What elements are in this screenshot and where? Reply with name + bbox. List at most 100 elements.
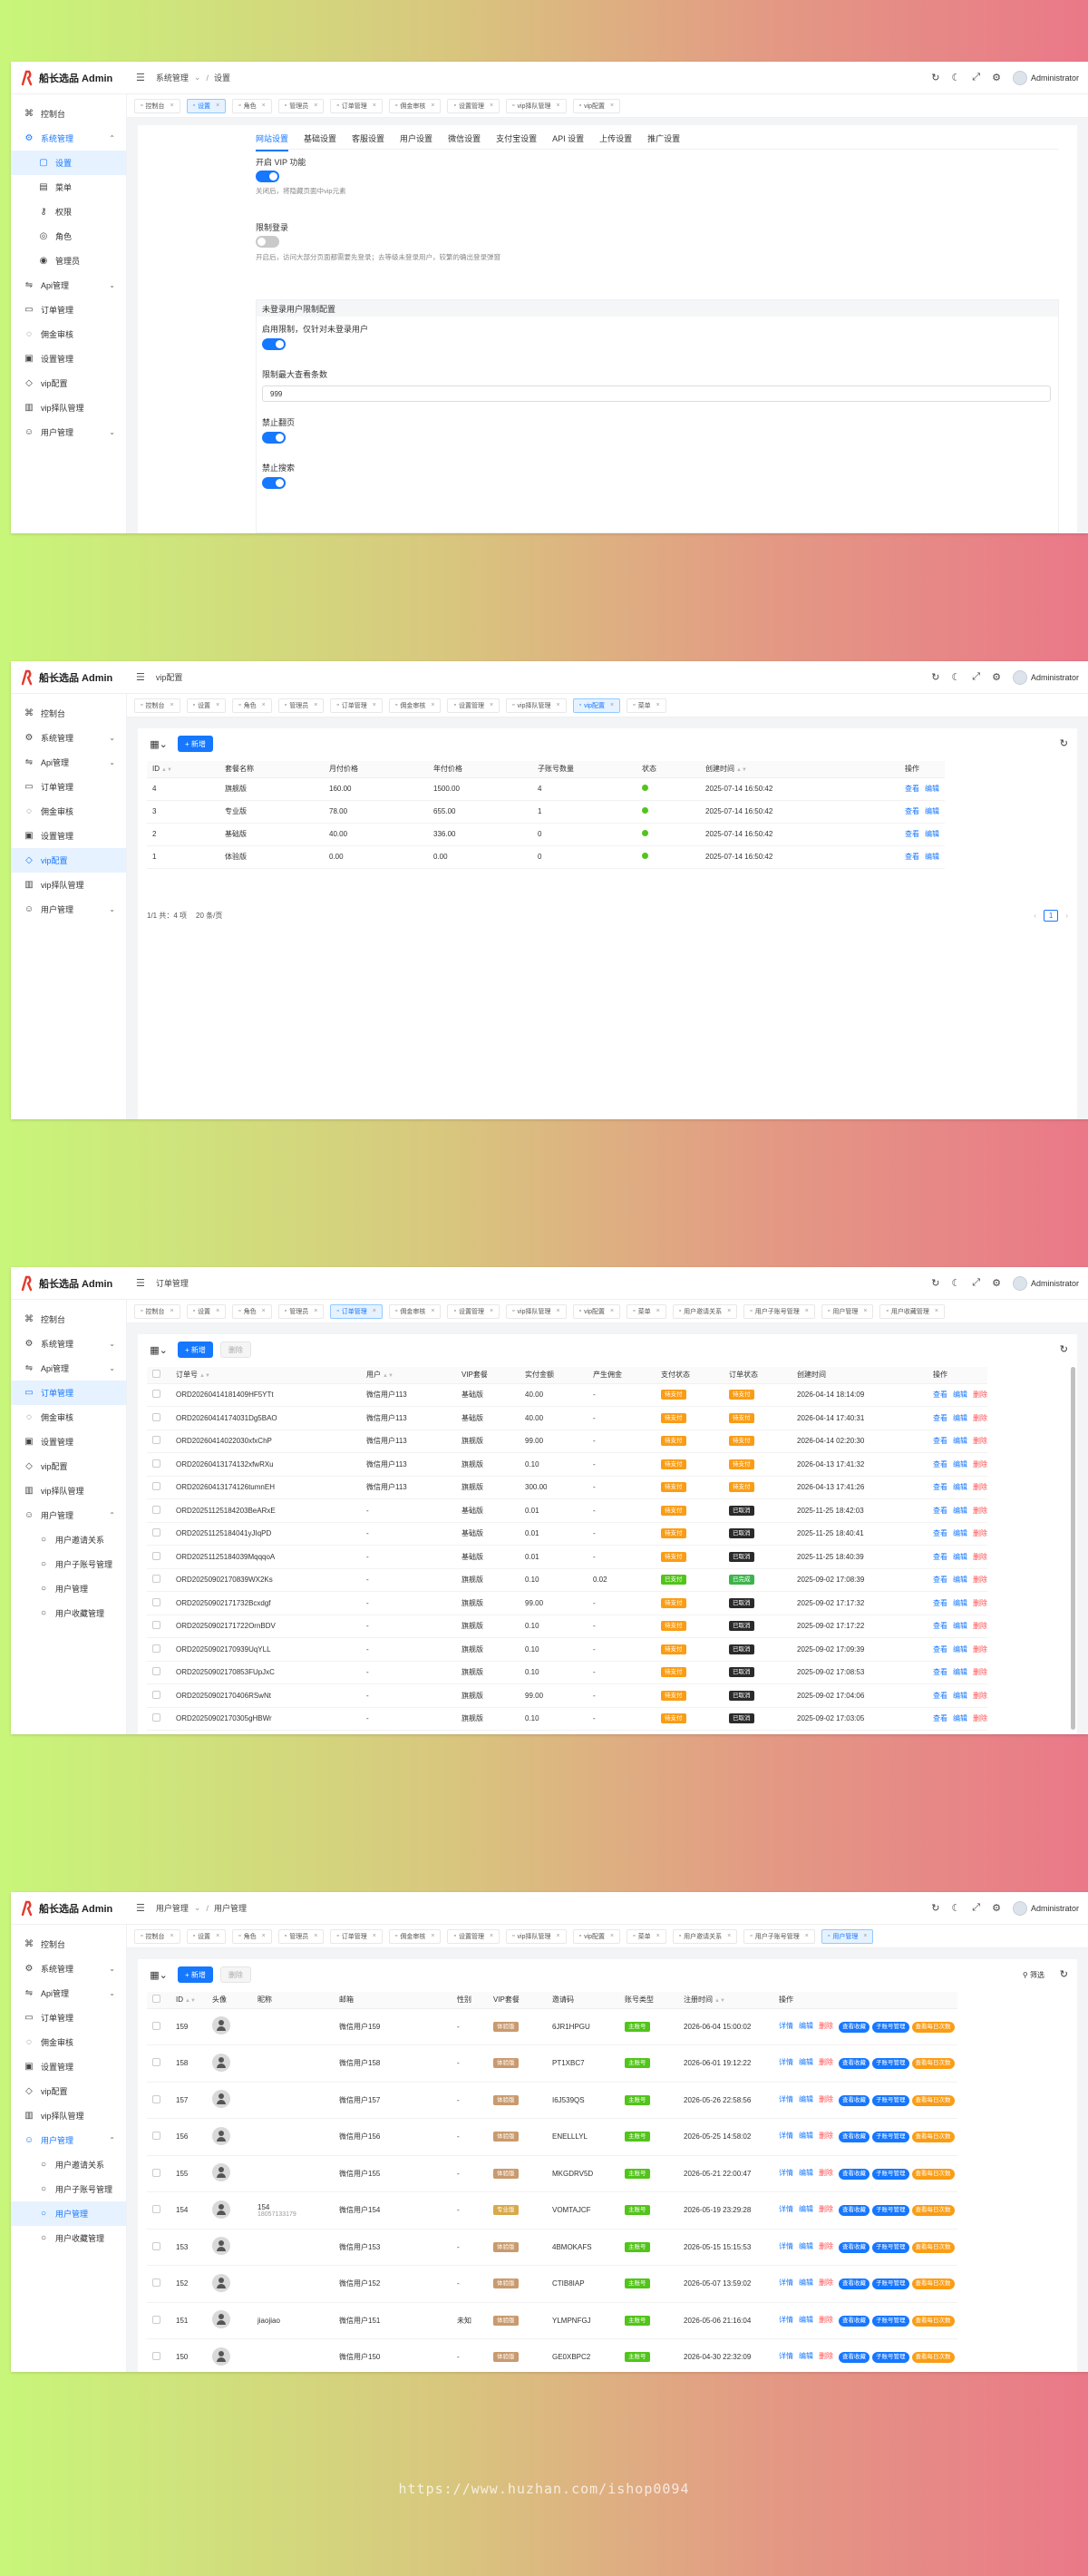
close-icon[interactable]: × (656, 1308, 660, 1314)
tab-0[interactable]: ▫ 控制台 × (134, 1303, 180, 1319)
view-link[interactable]: 查看 (933, 1576, 947, 1584)
sort-icon[interactable]: ▲▼ (714, 1998, 725, 2004)
edit-link[interactable]: 编辑 (799, 2316, 813, 2324)
edit-link[interactable]: 编辑 (799, 2095, 813, 2103)
sidebar-item[interactable]: ▣ 设置管理 (11, 1429, 126, 1454)
user-menu[interactable]: Administrator (1012, 1275, 1079, 1291)
detail-link[interactable]: 详情 (779, 2095, 793, 2103)
sidebar-item-vip[interactable]: ◇ vip配置 (11, 371, 126, 395)
tab-3[interactable]: ▫ 管理员 × (277, 698, 325, 713)
close-icon[interactable]: × (216, 1308, 219, 1314)
daily-count-button[interactable]: 查看每日次数 (911, 2094, 955, 2106)
next-page-icon[interactable]: › (1065, 912, 1068, 920)
moon-icon[interactable]: ☾ (951, 72, 960, 83)
sub-accounts-button[interactable]: 子账号管理 (872, 2168, 909, 2180)
sidebar-item[interactable]: ○ 用户收藏管理 (11, 2226, 126, 2250)
delete-link[interactable]: 删除 (819, 2095, 833, 2103)
sidebar-item[interactable]: ◌ 佣金审核 (11, 2030, 126, 2054)
tab-7[interactable]: ▫ vip择队管理 × (506, 698, 567, 713)
row-checkbox[interactable] (152, 1575, 160, 1584)
tab-3[interactable]: ▫ 管理员 × (277, 1303, 325, 1319)
edit-link[interactable]: 编辑 (953, 1622, 967, 1630)
delete-link[interactable]: 删除 (819, 2132, 833, 2140)
sidebar-item-api[interactable]: ⇋ Api管理 ⌄ (11, 273, 126, 298)
row-checkbox[interactable] (152, 1713, 160, 1722)
delete-link[interactable]: 删除 (973, 1483, 987, 1491)
sidebar-item[interactable]: ○ 用户收藏管理 (11, 1601, 126, 1625)
tab-5[interactable]: ▫ 佣金审核 × (388, 698, 442, 713)
daily-count-button[interactable]: 查看每日次数 (911, 2278, 955, 2290)
delete-link[interactable]: 删除 (973, 1714, 987, 1722)
view-link[interactable]: 查看 (933, 1599, 947, 1607)
close-icon[interactable]: × (935, 1308, 938, 1314)
no-page-toggle[interactable] (262, 432, 286, 444)
detail-link[interactable]: 详情 (779, 2058, 793, 2066)
edit-link[interactable]: 编辑 (953, 1553, 967, 1561)
sub-accounts-button[interactable]: 子账号管理 (872, 2021, 909, 2033)
edit-link[interactable]: 编辑 (799, 2205, 813, 2213)
close-icon[interactable]: × (373, 1933, 376, 1939)
detail-link[interactable]: 详情 (779, 2205, 793, 2213)
tab-9[interactable]: ▫ 菜单 × (627, 698, 666, 713)
delete-link[interactable]: 删除 (973, 1460, 987, 1469)
close-icon[interactable]: × (610, 102, 614, 109)
daily-count-button[interactable]: 查看每日次数 (911, 2058, 955, 2070)
delete-link[interactable]: 删除 (973, 1668, 987, 1676)
sidebar-item[interactable]: ⇋ Api管理 ⌄ (11, 750, 126, 775)
edit-link[interactable]: 编辑 (953, 1390, 967, 1399)
sidebar-item-permission[interactable]: ⚷ 权限 (11, 200, 126, 224)
view-link[interactable]: 查看 (933, 1483, 947, 1491)
sidebar-item[interactable]: ◇ vip配置 (11, 2079, 126, 2103)
delete-link[interactable]: 删除 (819, 2169, 833, 2177)
sidebar-item-menu[interactable]: ▤ 菜单 (11, 175, 126, 200)
tab-6[interactable]: ▫ 设置管理 × (447, 1928, 500, 1944)
sidebar-item-role[interactable]: ◎ 角色 (11, 224, 126, 249)
sidebar-item-orders[interactable]: ▭ 订单管理 (11, 298, 126, 322)
sidebar-item[interactable]: ☺ 用户管理 ⌃ (11, 1503, 126, 1527)
delete-link[interactable]: 删除 (973, 1529, 987, 1537)
delete-button[interactable]: 删除 (219, 1342, 251, 1358)
row-checkbox[interactable] (152, 1621, 160, 1630)
gear-icon[interactable]: ⚙ (992, 671, 1001, 683)
close-icon[interactable]: × (490, 702, 493, 708)
close-icon[interactable]: × (431, 102, 434, 109)
view-favorites-button[interactable]: 查看收藏 (839, 2021, 869, 2033)
edit-link[interactable]: 编辑 (953, 1645, 967, 1654)
vip-toggle[interactable] (256, 171, 279, 182)
tab-11[interactable]: ▫ 用户子账号管理 × (743, 1303, 815, 1319)
edit-link[interactable]: 编辑 (953, 1507, 967, 1515)
edit-link[interactable]: 编辑 (799, 2278, 813, 2287)
sidebar-item[interactable]: ☺ 用户管理 ⌄ (11, 897, 126, 922)
close-icon[interactable]: × (727, 1308, 731, 1314)
row-checkbox[interactable] (152, 1551, 160, 1560)
sub-accounts-button[interactable]: 子账号管理 (872, 2132, 909, 2143)
tab-4[interactable]: ▫ 订单管理 × (330, 698, 383, 713)
column-settings-icon[interactable]: ▦⌄ (147, 1342, 170, 1358)
delete-link[interactable]: 删除 (973, 1645, 987, 1654)
edit-link[interactable]: 编辑 (953, 1437, 967, 1445)
close-icon[interactable]: × (262, 1308, 266, 1314)
menu-fold-icon[interactable]: ☰ (136, 1277, 145, 1289)
row-checkbox[interactable] (152, 2241, 160, 2250)
tab-1[interactable]: ▫ 设置 × (186, 98, 227, 113)
select-all-checkbox[interactable] (152, 1995, 160, 2004)
view-favorites-button[interactable]: 查看收藏 (839, 2205, 869, 2217)
tab-8[interactable]: ▫ vip配置 × (572, 98, 621, 113)
close-icon[interactable]: × (262, 702, 266, 708)
close-icon[interactable]: × (314, 102, 317, 109)
delete-link[interactable]: 删除 (973, 1507, 987, 1515)
sidebar-item[interactable]: ◇ vip配置 (11, 1454, 126, 1478)
sidebar-item[interactable]: ○ 用户管理 (11, 1576, 126, 1601)
tab-5[interactable]: ▫ 佣金审核 × (388, 1303, 442, 1319)
view-link[interactable]: 查看 (933, 1714, 947, 1722)
close-icon[interactable]: × (556, 102, 559, 109)
close-icon[interactable]: × (727, 1933, 731, 1939)
tab-10[interactable]: ▫ 用户邀请关系 × (672, 1928, 738, 1944)
delete-link[interactable]: 删除 (973, 1553, 987, 1561)
tab-4[interactable]: ▫ 订单管理 × (330, 98, 383, 113)
close-icon[interactable]: × (863, 1308, 867, 1314)
close-icon[interactable]: × (262, 102, 266, 109)
edit-link[interactable]: 编辑 (953, 1460, 967, 1469)
sort-icon[interactable]: ▲▼ (185, 1998, 196, 2004)
gear-icon[interactable]: ⚙ (992, 1277, 1001, 1289)
